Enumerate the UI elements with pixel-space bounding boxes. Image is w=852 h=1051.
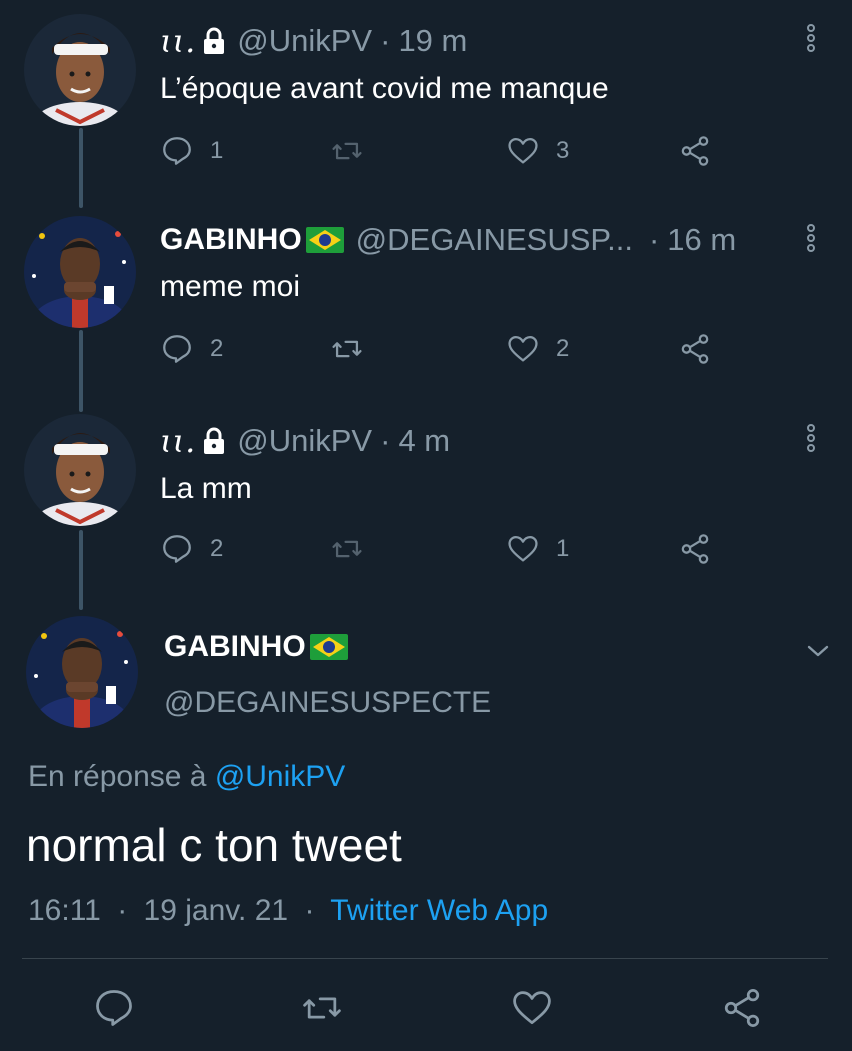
share-button[interactable] [678,134,712,168]
avatar[interactable] [24,216,136,328]
like-count: 1 [556,535,570,562]
share-button[interactable] [678,332,712,366]
separator-dot: · [117,894,128,927]
retweet-icon [332,142,362,160]
user-handle[interactable]: @DEGAINESUSPECTE [164,686,491,720]
reply-button[interactable]: 2 [160,532,223,566]
tweet-thread-view: ɩɩ. @UnikPV · 19 m L’époque avant covid … [0,0,852,1051]
tweet-text: meme moi [160,270,301,303]
brazil-flag-icon [305,227,344,253]
lock-icon [204,427,225,454]
main-tweet-actions [0,986,852,1036]
reply-button[interactable]: 1 [160,134,223,168]
separator-dot: · [380,23,391,58]
like-button[interactable]: 2 [506,332,569,366]
more-options-icon[interactable] [804,222,818,254]
user-handle[interactable]: @UnikPV [237,423,372,459]
thread-connector [79,330,83,412]
chevron-down-icon[interactable] [804,640,832,662]
reply-count: 2 [210,535,224,562]
tweet-actions: 2 1 [160,532,730,572]
tweet-header: ɩɩ. @UnikPV · 4 m [160,422,450,460]
tweet-time[interactable]: 16:11 [28,894,101,927]
lock-icon [204,27,225,54]
main-tweet-author[interactable]: GABINHO [164,630,360,664]
avatar-image [24,216,136,328]
reply-context: En réponse à @UnikPV [28,760,345,794]
reply-button[interactable]: 2 [160,332,223,366]
avatar-image [24,414,136,526]
share-button[interactable] [678,532,712,566]
display-name[interactable]: ɩɩ. [160,22,195,60]
user-handle[interactable]: @UnikPV [237,23,372,59]
timestamp[interactable]: 4 m [398,423,450,459]
thread-connector [79,530,83,610]
like-count: 2 [556,335,570,362]
thread-connector [79,128,83,208]
share-icon [681,334,709,364]
tweet-actions: 1 3 [160,134,730,174]
display-name[interactable]: GABINHO [164,630,306,664]
share-icon [681,534,709,564]
like-button[interactable]: 3 [506,134,569,168]
more-options-icon[interactable] [804,22,818,54]
tweet-metadata: 16:11 · 19 janv. 21 · Twitter Web App [28,894,548,928]
retweet-icon [332,540,362,558]
separator-dot: · [304,894,315,927]
reply-prefix: En réponse à [28,760,207,793]
display-name[interactable]: ɩɩ. [160,422,195,460]
more-options-icon[interactable] [804,422,818,454]
heart-icon [508,535,538,562]
tweet-header: ɩɩ. @UnikPV · 19 m [160,22,467,60]
source-link[interactable]: Twitter Web App [330,894,548,927]
user-handle[interactable]: @DEGAINESUSP... [356,222,633,258]
timestamp[interactable]: 16 m [667,222,736,258]
share-icon [681,136,709,166]
timestamp[interactable]: 19 m [398,23,467,59]
retweet-button[interactable] [330,532,380,566]
avatar[interactable] [24,414,136,526]
tweet-actions: 2 2 [160,332,730,372]
main-tweet-text: normal c ton tweet [26,819,402,871]
reply-icon [163,137,191,165]
retweet-icon[interactable] [300,986,344,1030]
separator-dot: · [380,423,391,458]
avatar[interactable] [24,14,136,126]
retweet-icon [332,340,362,358]
heart-icon[interactable] [510,986,554,1030]
reply-icon[interactable] [92,986,136,1030]
tweet-text: L’époque avant covid me manque [160,72,609,105]
heart-icon [508,137,538,164]
avatar-image [26,616,138,728]
heart-icon [508,335,538,362]
tweet-text: La mm [160,472,252,505]
separator-dot: · [648,222,660,257]
brazil-flag-icon [309,634,348,660]
avatar-image [24,14,136,126]
reply-icon [163,335,191,363]
tweet-header: GABINHO @DEGAINESUSP... · 16 m [160,222,736,258]
divider [22,958,828,959]
like-button[interactable]: 1 [506,532,569,566]
tweet-date[interactable]: 19 janv. 21 [144,894,289,927]
reply-icon [163,535,191,563]
retweet-button[interactable] [330,332,380,366]
avatar[interactable] [26,616,138,728]
reply-count: 1 [210,137,224,164]
retweet-button[interactable] [330,134,380,168]
display-name[interactable]: GABINHO [160,223,302,257]
reply-mention-link[interactable]: @UnikPV [215,760,346,793]
reply-count: 2 [210,335,224,362]
like-count: 3 [556,137,570,164]
share-icon[interactable] [720,986,764,1030]
